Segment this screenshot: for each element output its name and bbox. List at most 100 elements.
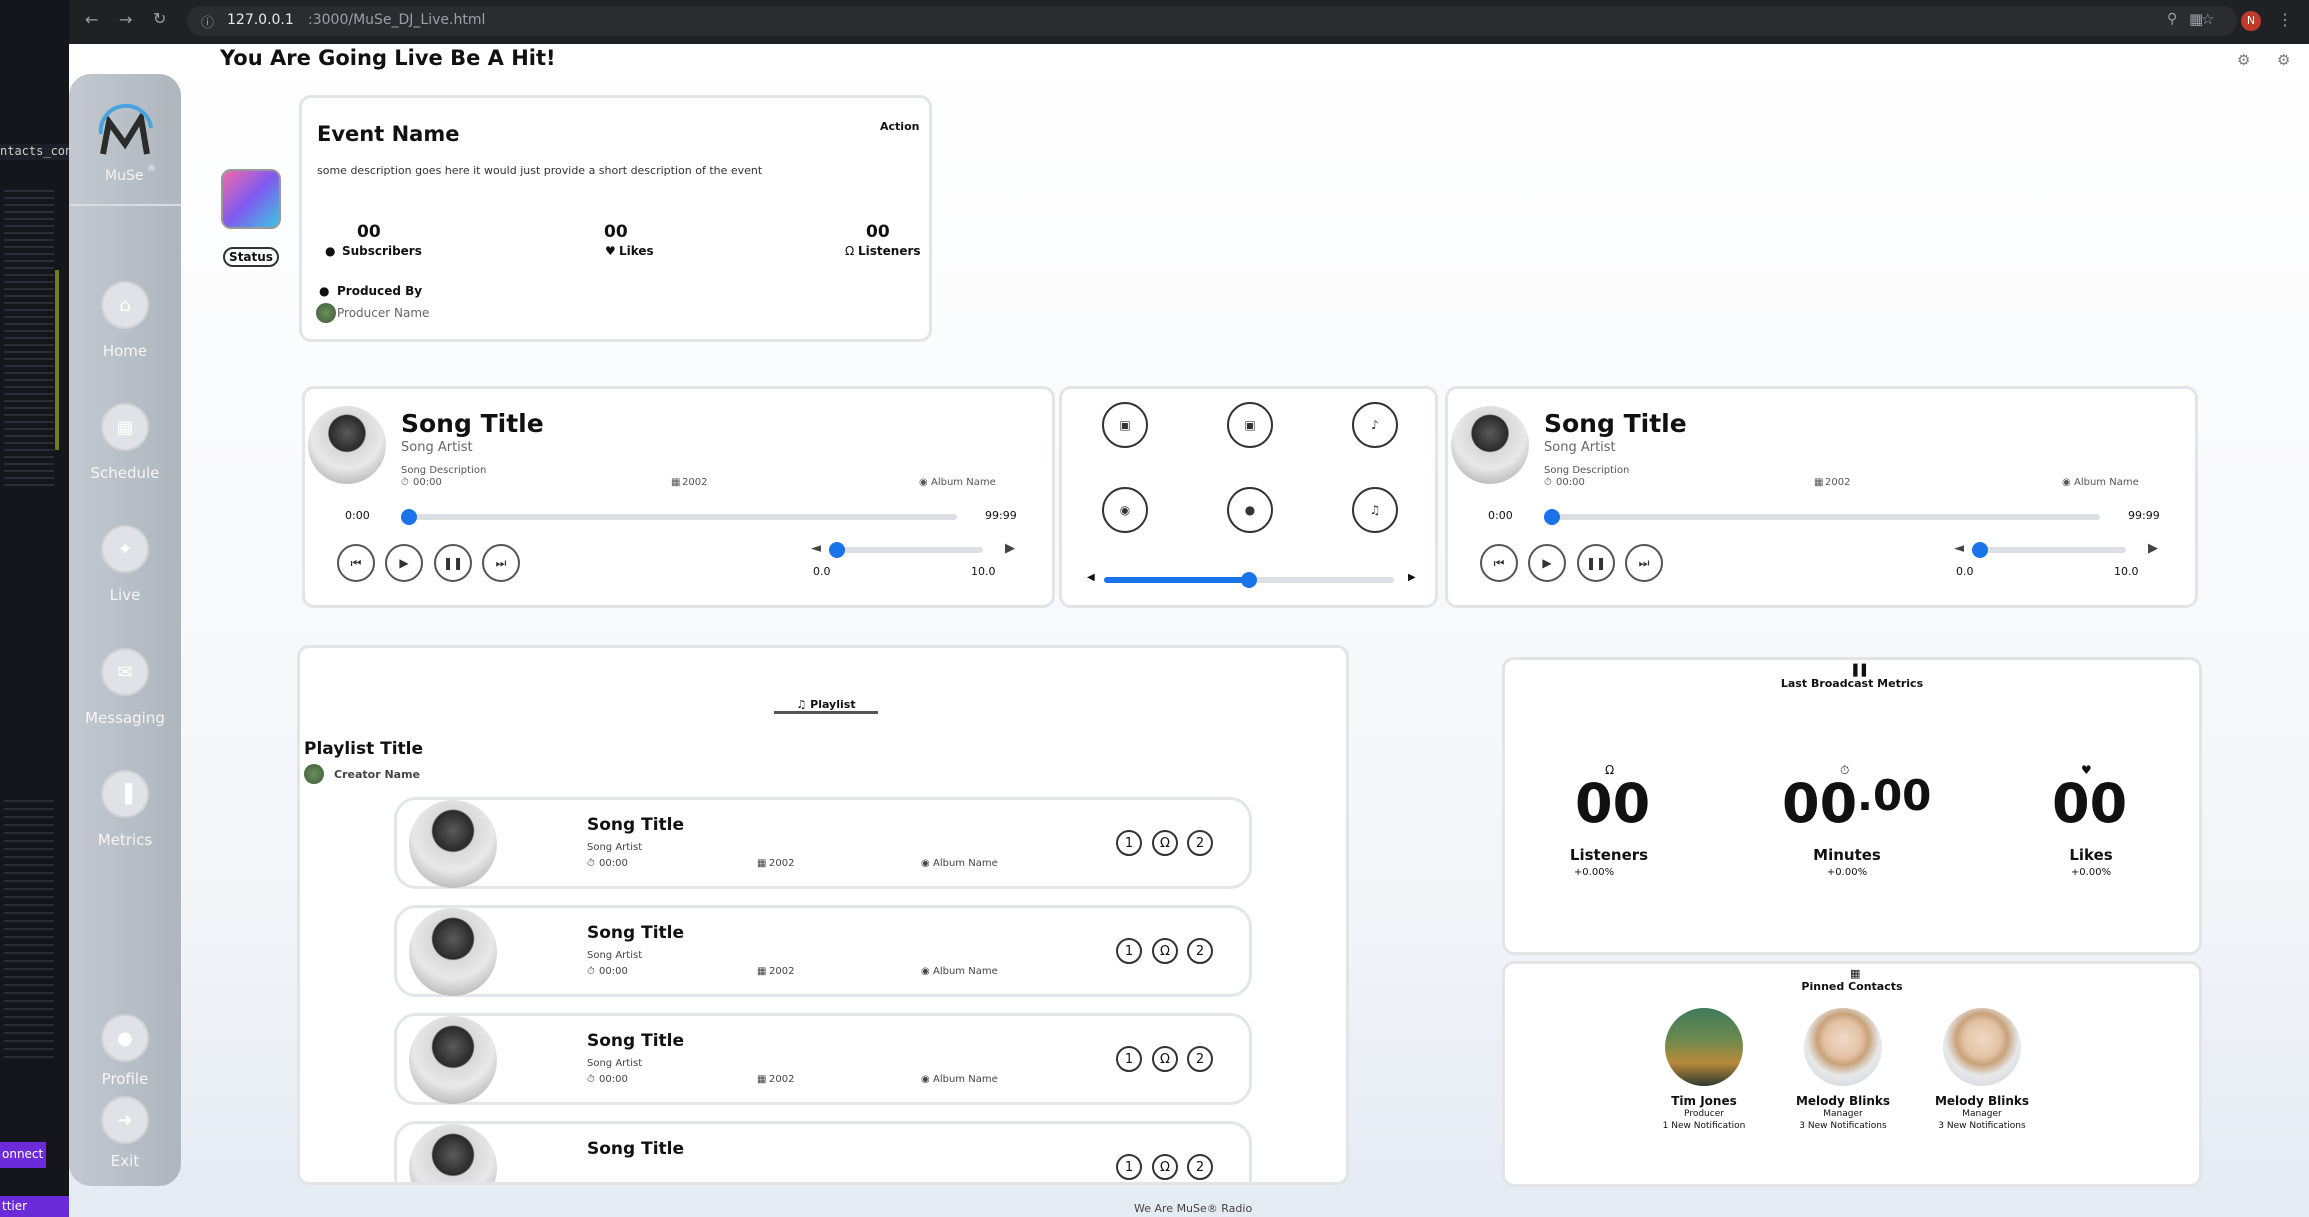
queue-deck-1-button[interactable]: 1 [1116,1154,1142,1180]
nav-label-live[interactable]: Live [65,586,185,604]
nav-label-messaging[interactable]: Messaging [65,709,185,727]
pad-button[interactable]: ♪ [1352,402,1398,448]
queue-deck-2-button[interactable]: 2 [1187,830,1213,856]
playlist-row[interactable]: Song Title 1 Ω 2 [394,1121,1252,1182]
play-button[interactable]: ▶ [1528,544,1566,582]
queue-deck-1-button[interactable]: 1 [1116,1046,1142,1072]
volume-low-icon[interactable]: ◄ [1954,541,1964,556]
contact-card[interactable]: Tim Jones Producer 1 New Notification [1645,1008,1765,1148]
next-button[interactable]: ⏭ [482,544,520,582]
muse-logo-icon [98,104,153,155]
address-bar[interactable]: ⓘ 127.0.0.1 :3000/MuSe_DJ_Live.html ⚲ ☆ [187,6,2237,36]
creator-name[interactable]: Creator Name [334,768,420,781]
likes-metric-value: 00 [2052,772,2128,835]
album-name: Album Name [933,858,998,869]
reload-icon[interactable]: ↻ [153,9,166,28]
seek-bar[interactable] [1548,514,2100,520]
messaging-button[interactable]: ✉ [101,648,149,696]
producer-name[interactable]: Producer Name [337,306,429,320]
volume-thumb[interactable] [1972,542,1988,558]
queue-deck-1-button[interactable]: 1 [1116,830,1142,856]
profile-avatar[interactable]: N [2241,11,2261,31]
extensions-icon[interactable]: ▦ [2189,10,2203,28]
nav-label-exit[interactable]: Exit [65,1152,185,1170]
song-duration: 00:00 [599,966,628,977]
seek-thumb[interactable] [401,509,417,525]
status-badge[interactable]: Status [223,247,279,267]
schedule-button[interactable]: ▦ [101,403,149,451]
volume-high-icon[interactable]: ▶ [1005,541,1015,556]
playlist-row[interactable]: Song Title Song Artist ⏱ 00:00 ▦ 2002 ◉ … [394,797,1252,889]
time-end: 99:99 [985,509,1017,522]
metrics-button[interactable]: ▐ [101,770,149,818]
preview-button[interactable]: Ω [1152,938,1178,964]
crossfader-left-icon[interactable]: ◀ [1087,572,1095,583]
volume-thumb[interactable] [829,542,845,558]
live-button[interactable]: ✦ [101,525,149,573]
pad-button[interactable]: ● [1227,487,1273,533]
tab-playlist[interactable]: ♫ Playlist [774,698,878,714]
forward-icon[interactable]: → [119,10,132,29]
volume-min: 0.0 [1956,565,1974,578]
back-icon[interactable]: ← [85,10,98,29]
play-button[interactable]: ▶ [385,544,423,582]
volume-low-icon[interactable]: ◄ [811,541,821,556]
album-icon: ◉ [921,1074,930,1085]
previous-button[interactable]: ⏮ [1480,544,1518,582]
song-year: 2002 [769,966,795,977]
pad-button[interactable]: ▣ [1227,402,1273,448]
seek-thumb[interactable] [1544,509,1560,525]
user-settings-icon[interactable]: ⚙ [2277,51,2290,69]
volume-slider[interactable] [833,547,983,553]
song-title: Song Title [587,1139,685,1159]
contact-notifications: 3 New Notifications [1799,1121,1887,1131]
queue-deck-2-button[interactable]: 2 [1187,1046,1213,1072]
queue-deck-1-button[interactable]: 1 [1116,938,1142,964]
action-button[interactable]: Action [880,120,919,133]
song-year: 2002 [682,477,708,488]
headphones-icon: Ω [845,244,855,258]
playlist-row[interactable]: Song Title Song Artist ⏱ 00:00 ▦ 2002 ◉ … [394,1013,1252,1105]
settings-gears-icon[interactable]: ⚙ [2237,51,2250,69]
preview-button[interactable]: Ω [1152,830,1178,856]
nav-label-home[interactable]: Home [65,342,185,360]
status-bar-label[interactable]: ttier [0,1196,69,1217]
contact-card[interactable]: Melody Blinks Manager 3 New Notification… [1922,1008,2042,1148]
volume-max: 10.0 [971,565,996,578]
preview-button[interactable]: Ω [1152,1046,1178,1072]
volume-slider[interactable] [1976,547,2126,553]
preview-button[interactable]: Ω [1152,1154,1178,1180]
pause-button[interactable]: ❚❚ [434,544,472,582]
nav-label-profile[interactable]: Profile [65,1070,185,1088]
browser-menu-icon[interactable]: ⋮ [2277,10,2293,29]
queue-deck-2-button[interactable]: 2 [1187,938,1213,964]
connect-button[interactable]: onnect [0,1142,46,1168]
pad-button[interactable]: ▣ [1102,402,1148,448]
time-end: 99:99 [2128,509,2160,522]
volume-high-icon[interactable]: ▶ [2148,541,2158,556]
playlist-row[interactable]: Song Title Song Artist ⏱ 00:00 ▦ 2002 ◉ … [394,905,1252,997]
calendar-icon: ▦ [116,416,134,438]
seek-bar[interactable] [405,514,957,520]
nav-label-metrics[interactable]: Metrics [65,831,185,849]
pause-button[interactable]: ❚❚ [1577,544,1615,582]
previous-button[interactable]: ⏮ [337,544,375,582]
headphones-icon: Ω [1160,943,1170,959]
home-button[interactable]: ⌂ [101,281,149,329]
minutes-metric-label: Minutes [1813,846,1881,864]
pad-button[interactable]: ◉ [1102,487,1148,533]
zoom-icon[interactable]: ⚲ [2167,11,2177,27]
contact-name: Tim Jones [1671,1094,1737,1108]
song-title: Song Title [587,923,685,943]
profile-button[interactable]: ● [101,1014,149,1062]
crossfader-thumb[interactable] [1241,572,1257,588]
nav-label-schedule[interactable]: Schedule [65,464,185,482]
crossfader-right-icon[interactable]: ▶ [1408,572,1416,583]
player-deck-right: Song Title Song Artist Song Description … [1445,386,2198,608]
pad-button[interactable]: ♫ [1352,487,1398,533]
site-info-icon[interactable]: ⓘ [201,12,214,31]
exit-button[interactable]: ➜ [101,1096,149,1144]
next-button[interactable]: ⏭ [1625,544,1663,582]
queue-deck-2-button[interactable]: 2 [1187,1154,1213,1180]
contact-card[interactable]: Melody Blinks Manager 3 New Notification… [1783,1008,1903,1148]
